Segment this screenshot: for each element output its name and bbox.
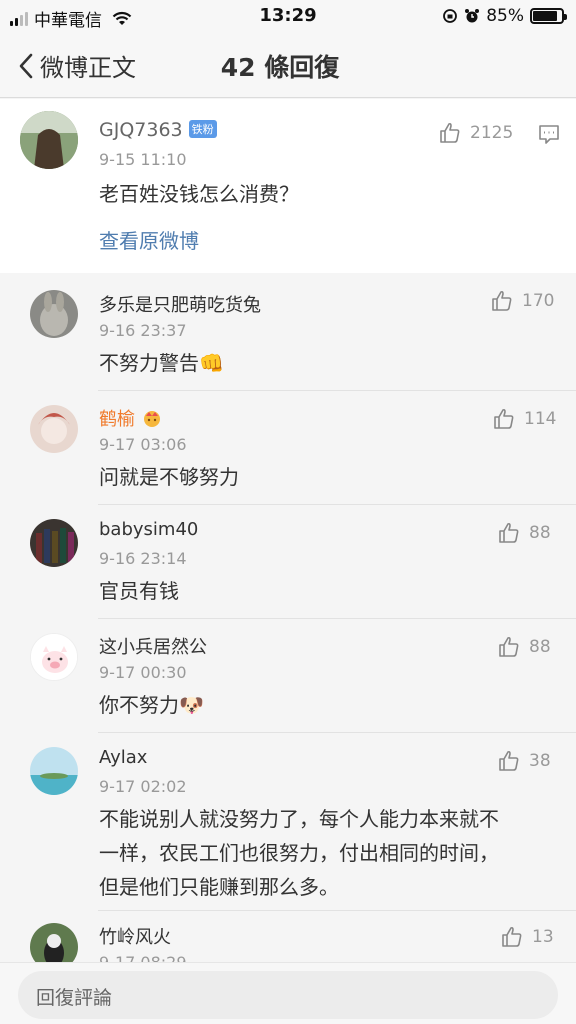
- reply-like-count: 114: [524, 409, 557, 429]
- reply-username[interactable]: Aylax: [99, 747, 147, 768]
- reply-text-line: 但是他们只能赚到那么多。: [99, 875, 339, 899]
- status-right: 85%: [442, 6, 567, 26]
- reply-list[interactable]: 多乐是只肥萌吃货兔 9-16 23:37 不努力警告👊 170 鹤榆 9-17 …: [0, 273, 576, 963]
- view-original-link[interactable]: 查看原微博: [99, 224, 199, 258]
- reply-text-line: 一样，农民工们也很努力，付出相同的时间，: [99, 841, 499, 865]
- avatar-image: [20, 111, 78, 169]
- reply-like-count: 38: [529, 751, 551, 771]
- reply-username[interactable]: 竹岭风火: [99, 923, 171, 949]
- reply-username[interactable]: 多乐是只肥萌吃货兔: [99, 291, 261, 317]
- reply-button[interactable]: [538, 123, 560, 149]
- nav-bar: 微博正文 42 條回復: [0, 32, 576, 98]
- reply-like-button[interactable]: 88: [497, 521, 551, 545]
- avatar[interactable]: [30, 633, 78, 681]
- reply-time: 9-17 00:30: [99, 663, 187, 682]
- reply-username[interactable]: babysim40: [99, 519, 198, 540]
- reply-username[interactable]: 这小兵居然公: [99, 633, 207, 659]
- reply-like-count: 88: [529, 637, 551, 657]
- comment-icon: [539, 125, 559, 144]
- reply-username[interactable]: 鹤榆: [99, 405, 163, 431]
- avatar[interactable]: [30, 405, 78, 453]
- reply-like-count: 88: [529, 523, 551, 543]
- bottom-bar: 回復評論: [0, 962, 576, 1024]
- reply-like-button[interactable]: 38: [497, 749, 551, 773]
- reply-like-button[interactable]: 114: [492, 407, 556, 431]
- thumbs-up-icon: [499, 522, 519, 543]
- reply-input[interactable]: 回復評論: [18, 971, 558, 1019]
- reply-time: 9-16 23:37: [99, 321, 187, 340]
- reply-time: 9-17 03:06: [99, 435, 187, 454]
- reply-like-count: 13: [532, 927, 554, 947]
- avatar[interactable]: [30, 519, 78, 567]
- thumbs-up-icon: [440, 122, 460, 143]
- reply-time: 9-17 02:02: [99, 777, 187, 796]
- reply-like-button[interactable]: 170: [490, 289, 554, 313]
- main-comment: GJQ7363 铁粉 9-15 11:10 老百姓没钱怎么消费？ 查看原微博 21…: [0, 99, 576, 273]
- reply-time: 9-16 23:14: [99, 549, 187, 568]
- avatar[interactable]: [30, 923, 78, 963]
- avatar[interactable]: [20, 111, 78, 169]
- avatar[interactable]: [30, 290, 78, 338]
- alarm-icon: [465, 9, 480, 23]
- reply-text: 你不努力🐶: [99, 693, 204, 717]
- reply-item: 多乐是只肥萌吃货兔 9-16 23:37 不努力警告👊 170: [0, 273, 576, 391]
- reply-text-line: 不能说别人就没努力了，每个人能力本来就不: [99, 807, 499, 831]
- thumbs-up-icon: [494, 408, 514, 429]
- reply-text: 官员有钱: [99, 579, 179, 603]
- reply-like-count: 170: [522, 291, 555, 311]
- reply-text: 不努力警告👊: [99, 351, 224, 375]
- status-bar: 中華電信 13:29 85%: [0, 0, 576, 32]
- reply-item: 这小兵居然公 9-17 00:30 你不努力🐶 88: [0, 619, 576, 733]
- battery-percent: 85%: [486, 6, 524, 26]
- main-text: 老百姓没钱怎么消费？: [99, 182, 299, 206]
- main-like-button[interactable]: 2125: [438, 121, 513, 145]
- reply-text: 问就是不够努力: [99, 465, 239, 489]
- battery-icon: [530, 8, 567, 24]
- main-like-count: 2125: [470, 123, 514, 143]
- crown-badge-icon: [143, 411, 160, 427]
- main-time: 9-15 11:10: [99, 150, 187, 169]
- reply-item: babysim40 9-16 23:14 官员有钱 88: [0, 505, 576, 619]
- fan-badge: 铁粉: [188, 120, 217, 138]
- thumbs-up-icon: [499, 750, 519, 771]
- thumbs-up-icon: [499, 636, 519, 657]
- rotation-lock-icon: [443, 9, 458, 23]
- page-title: 42 條回復: [220, 53, 340, 82]
- main-username[interactable]: GJQ7363 铁粉: [99, 119, 217, 141]
- thumbs-up-icon: [502, 926, 522, 947]
- reply-item: 鹤榆 9-17 03:06 问就是不够努力 114: [0, 391, 576, 505]
- reply-item: 竹岭风火 9-17 08:29 13: [0, 911, 576, 963]
- reply-like-button[interactable]: 88: [497, 635, 551, 659]
- doge-emoji: 🐶: [179, 693, 204, 717]
- fist-emoji: 👊: [199, 351, 224, 375]
- avatar[interactable]: [30, 747, 78, 795]
- reply-item: Aylax 9-17 02:02 不能说别人就没努力了，每个人能力本来就不 一样…: [0, 733, 576, 911]
- reply-like-button[interactable]: 13: [500, 925, 554, 949]
- thumbs-up-icon: [492, 290, 512, 311]
